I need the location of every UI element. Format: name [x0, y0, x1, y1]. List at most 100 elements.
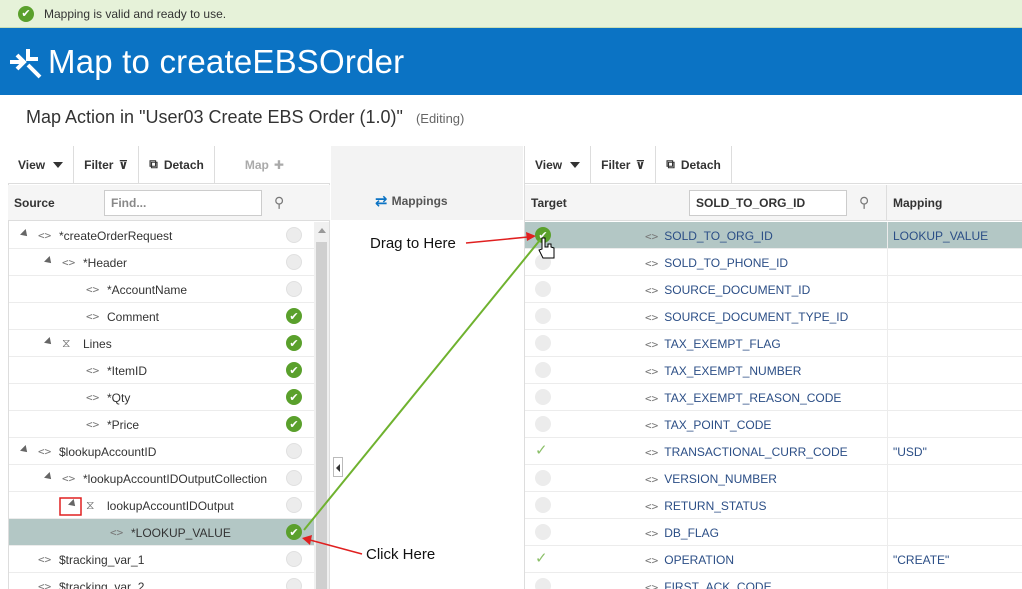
target-tree-row[interactable]: <> DB_FLAG: [525, 519, 1022, 546]
source-field-label: *LOOKUP_VALUE: [131, 526, 231, 540]
expand-triangle-icon[interactable]: [68, 499, 78, 509]
element-icon: <>: [645, 311, 659, 324]
search-icon[interactable]: ⚲: [274, 194, 284, 211]
mapped-check-icon: ✔: [286, 362, 302, 378]
expand-triangle-icon[interactable]: [44, 472, 54, 482]
target-tree-row[interactable]: ✓ <> TRANSACTIONAL_CURR_CODE "USD": [525, 438, 1022, 465]
target-field-label: TAX_POINT_CODE: [664, 418, 772, 432]
target-tree-row[interactable]: <> RETURN_STATUS: [525, 492, 1022, 519]
search-icon[interactable]: ⚲: [859, 194, 869, 211]
unmapped-status-icon: [535, 335, 551, 351]
source-tree-row[interactable]: <> *ItemID ✔: [9, 357, 314, 384]
check-icon: ✓: [535, 442, 548, 459]
target-tree-row[interactable]: ✔ <> SOLD_TO_ORG_ID LOOKUP_VALUE: [525, 222, 1022, 249]
source-field-label: *createOrderRequest: [59, 229, 173, 243]
expand-triangle-icon[interactable]: [20, 445, 30, 455]
column-divider: [887, 546, 888, 573]
mapped-check-icon: ✔: [535, 227, 551, 243]
target-tree-row[interactable]: <> SOLD_TO_PHONE_ID: [525, 249, 1022, 276]
target-search-input[interactable]: SOLD_TO_ORG_ID: [689, 189, 847, 216]
map-button[interactable]: Map ✚: [235, 146, 294, 184]
view-menu[interactable]: View: [8, 145, 75, 184]
caret-down-icon: [570, 161, 581, 168]
element-icon: <>: [110, 526, 124, 539]
source-column-header: Source Find... ⚲: [8, 185, 330, 221]
element-icon: <>: [645, 473, 659, 486]
target-tree-row[interactable]: <> SOURCE_DOCUMENT_TYPE_ID: [525, 303, 1022, 330]
target-tree-row[interactable]: <> VERSION_NUMBER: [525, 465, 1022, 492]
mapping-value[interactable]: "CREATE": [893, 553, 949, 567]
target-field-label: OPERATION: [664, 553, 735, 567]
filter-label: Filter: [84, 157, 114, 172]
expand-triangle-icon[interactable]: [20, 229, 30, 239]
source-scrollbar[interactable]: [314, 222, 329, 589]
target-tree-row[interactable]: <> TAX_POINT_CODE: [525, 411, 1022, 438]
target-field: <> TRANSACTIONAL_CURR_CODE: [645, 445, 848, 459]
source-tree-row[interactable]: <> *lookupAccountIDOutputCollection: [9, 465, 314, 492]
target-field-label: SOLD_TO_ORG_ID: [664, 229, 773, 243]
target-field: <> SOURCE_DOCUMENT_ID: [645, 283, 810, 297]
column-divider: [887, 519, 888, 546]
target-field-label: SOURCE_DOCUMENT_ID: [664, 283, 811, 297]
unmapped-status-icon: [286, 281, 302, 297]
element-icon: <>: [62, 256, 76, 269]
target-field-label: SOLD_TO_PHONE_ID: [664, 256, 789, 270]
target-field: <> SOURCE_DOCUMENT_TYPE_ID: [645, 310, 848, 324]
source-search-input[interactable]: Find...: [104, 189, 262, 216]
target-detach-button[interactable]: ⧉ Detach: [656, 145, 732, 184]
map-action-title: Map Action in "User03 Create EBS Order (…: [26, 107, 464, 128]
source-field-label: *Qty: [107, 391, 131, 405]
element-icon: <>: [38, 229, 52, 242]
source-tree-row[interactable]: <> $tracking_var_2: [9, 573, 314, 589]
source-tree-row[interactable]: <> $tracking_var_1: [9, 546, 314, 573]
scroll-up-icon[interactable]: [318, 228, 326, 233]
source-tree-row[interactable]: <> *Header: [9, 249, 314, 276]
mapping-value[interactable]: "USD": [893, 445, 927, 459]
mapped-check-icon: ✔: [286, 389, 302, 405]
element-icon: <>: [645, 500, 659, 513]
target-tree-row[interactable]: <> SOURCE_DOCUMENT_ID: [525, 276, 1022, 303]
detach-button[interactable]: ⧉ Detach: [139, 145, 215, 184]
source-tree-row[interactable]: <> $lookupAccountID: [9, 438, 314, 465]
element-icon: <>: [86, 391, 100, 404]
element-icon: <>: [86, 283, 100, 296]
source-tree-row[interactable]: ⧖ Lines ✔: [9, 330, 314, 357]
target-view-menu[interactable]: View: [525, 145, 592, 184]
scrollbar-thumb[interactable]: [316, 242, 327, 589]
target-search-value: SOLD_TO_ORG_ID: [696, 195, 806, 210]
target-tree-row[interactable]: <> TAX_EXEMPT_NUMBER: [525, 357, 1022, 384]
source-tree-row[interactable]: <> *createOrderRequest: [9, 222, 314, 249]
target-filter-button[interactable]: Filter ⊽: [591, 145, 657, 184]
unmapped-status-icon: [535, 362, 551, 378]
source-tree-row[interactable]: ⧖ lookupAccountIDOutput: [9, 492, 314, 519]
column-divider: [887, 330, 888, 357]
expand-triangle-icon[interactable]: [44, 256, 54, 266]
source-tree-row[interactable]: <> *AccountName: [9, 276, 314, 303]
source-field-label: *Header: [83, 256, 128, 270]
column-divider: [887, 222, 888, 249]
mapping-value[interactable]: LOOKUP_VALUE: [893, 229, 988, 243]
unmapped-status-icon: [535, 497, 551, 513]
source-tree-row[interactable]: <> Comment ✔: [9, 303, 314, 330]
target-tree-row[interactable]: <> FIRST_ACK_CODE: [525, 573, 1022, 589]
target-tree-row[interactable]: <> TAX_EXEMPT_REASON_CODE: [525, 384, 1022, 411]
status-message: Mapping is valid and ready to use.: [44, 6, 227, 21]
source-tree-row[interactable]: <> *Qty ✔: [9, 384, 314, 411]
column-divider: [887, 438, 888, 465]
page-header: Map to createEBSOrder: [0, 28, 1022, 95]
source-tree-row[interactable]: <> *Price ✔: [9, 411, 314, 438]
map-label: Map: [244, 157, 269, 172]
filter-button[interactable]: Filter ⊽: [74, 145, 140, 184]
target-tree-row[interactable]: ✓ <> OPERATION "CREATE": [525, 546, 1022, 573]
target-tree-row[interactable]: <> TAX_EXEMPT_FLAG: [525, 330, 1022, 357]
source-tree-row[interactable]: <> *LOOKUP_VALUE ✔: [9, 519, 314, 546]
unmapped-status-icon: [286, 443, 302, 459]
source-field-label: lookupAccountIDOutput: [107, 499, 234, 513]
view-label: View: [18, 157, 46, 172]
target-field-label: TRANSACTIONAL_CURR_CODE: [664, 445, 848, 459]
expand-triangle-icon[interactable]: [44, 337, 54, 347]
collapse-panel-button[interactable]: [333, 457, 343, 477]
unmapped-status-icon: [286, 578, 302, 589]
source-field-label: $tracking_var_2: [59, 580, 145, 589]
detach-icon: ⧉: [666, 157, 675, 171]
